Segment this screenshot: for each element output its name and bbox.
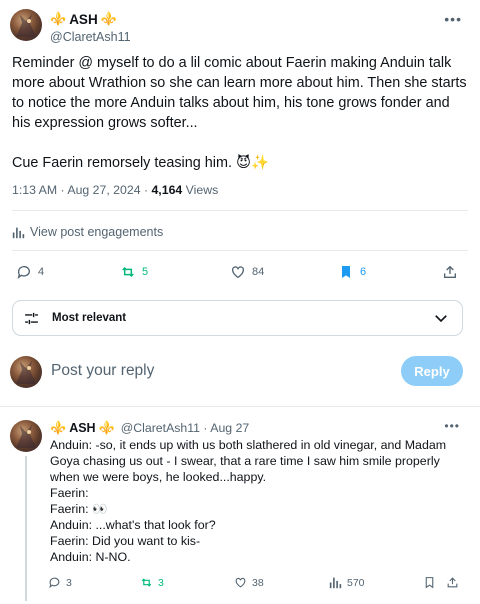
comment-line: Faerin:: [50, 486, 89, 500]
post-actions: 4 5 84 6: [12, 264, 460, 284]
commenter-name[interactable]: ASH: [69, 421, 95, 435]
comment-reply-count: 3: [66, 576, 72, 589]
like-count: 84: [252, 266, 265, 278]
analytics-icon: [12, 227, 25, 238]
comment-like-button[interactable]: 38: [234, 576, 264, 589]
comment-line: Anduin: N-NO.: [50, 550, 131, 564]
sort-replies-dropdown[interactable]: Most relevant: [12, 300, 463, 336]
repost-button[interactable]: 5: [120, 264, 148, 280]
comment-share-button[interactable]: [446, 576, 459, 589]
comment-body: Anduin: -so, it ends up with us both sla…: [50, 437, 465, 565]
comment-line: Anduin: ...what's that look for?: [50, 518, 216, 532]
bookmark-icon: [425, 577, 434, 589]
commenter-avatar[interactable]: [10, 420, 42, 452]
post-paragraph: Cue Faerin remorsely teasing him. 😈✨: [12, 155, 269, 171]
reply-submit-button[interactable]: Reply: [401, 356, 463, 386]
current-user-avatar[interactable]: [10, 356, 42, 388]
reply-composer: Post your reply Reply: [10, 356, 463, 388]
fleur-de-lis-icon: ⚜️: [100, 11, 117, 26]
post-time[interactable]: 1:13 AM · Aug 27, 2024 ·: [12, 183, 151, 197]
comment-views-button[interactable]: 570: [329, 576, 365, 589]
more-icon[interactable]: •••: [444, 11, 462, 27]
divider: [12, 250, 468, 251]
bookmark-button[interactable]: 6: [338, 264, 366, 280]
engagements-label: View post engagements: [30, 225, 164, 239]
more-icon[interactable]: •••: [444, 419, 460, 433]
thread-line: [25, 456, 27, 601]
divider: [12, 210, 468, 211]
reply-post[interactable]: ⚜️ ASH ⚜️ @ClaretAsh11 · Aug 27 ••• Andu…: [10, 418, 470, 601]
share-icon: [444, 265, 456, 278]
comment-views-count: 570: [347, 576, 365, 589]
views-count: 4,164: [151, 183, 183, 197]
view-engagements-link[interactable]: View post engagements: [12, 225, 163, 239]
author-avatar[interactable]: [10, 9, 42, 41]
fleur-de-lis-icon: ⚜️: [50, 420, 67, 435]
comment-line: Anduin: -so, it ends up with us both sla…: [50, 438, 450, 484]
bookmark-icon: [342, 266, 350, 278]
post-header: ⚜️ ASH ⚜️ @ClaretAsh11 •••: [10, 9, 470, 49]
sort-label: Most relevant: [52, 312, 127, 324]
reply-button[interactable]: 4: [16, 264, 44, 280]
reply-icon: [49, 577, 60, 589]
like-icon: [235, 577, 246, 588]
post-text: Reminder @ myself to do a lil comic abou…: [12, 53, 470, 173]
commenter-handle-date[interactable]: @ClaretAsh11 · Aug 27: [121, 421, 249, 435]
post-paragraph: Reminder @ myself to do a lil comic abou…: [12, 55, 471, 131]
comment-line: Faerin: Did you want to kis-: [50, 534, 201, 548]
author-handle[interactable]: @ClaretAsh11: [50, 30, 131, 44]
author-name-text: ASH: [69, 11, 98, 27]
sort-icon: [25, 312, 38, 324]
comment-repost-button[interactable]: 3: [140, 576, 164, 589]
reply-icon: [17, 266, 30, 279]
comment-reply-button[interactable]: 3: [48, 576, 72, 589]
share-icon: [447, 577, 458, 588]
reply-count: 4: [38, 266, 45, 278]
author-name[interactable]: ⚜️ ASH ⚜️: [50, 11, 117, 27]
comment-line: Faerin: 👀: [50, 502, 108, 516]
like-icon: [232, 266, 244, 279]
fleur-de-lis-icon: ⚜️: [98, 420, 115, 435]
like-button[interactable]: 84: [230, 264, 264, 280]
comment-like-count: 38: [252, 576, 264, 589]
comment-header: ⚜️ ASH ⚜️ @ClaretAsh11 · Aug 27: [50, 420, 249, 436]
comment-repost-count: 3: [158, 576, 164, 589]
analytics-icon: [329, 577, 342, 589]
divider: [0, 406, 480, 407]
chevron-down-icon: [435, 315, 447, 323]
post-meta: 1:13 AM · Aug 27, 2024 · 4,164 Views: [12, 183, 218, 197]
share-button[interactable]: [442, 264, 458, 280]
fleur-de-lis-icon: ⚜️: [50, 11, 67, 26]
repost-icon: [141, 578, 152, 587]
repost-icon: [122, 266, 134, 278]
reply-input[interactable]: Post your reply: [51, 362, 154, 380]
repost-count: 5: [142, 266, 149, 278]
bookmark-count: 6: [360, 266, 367, 278]
comment-actions: 3 3 38 570: [48, 576, 470, 590]
comment-bookmark-button[interactable]: [423, 576, 436, 589]
views-label: Views: [182, 183, 219, 197]
